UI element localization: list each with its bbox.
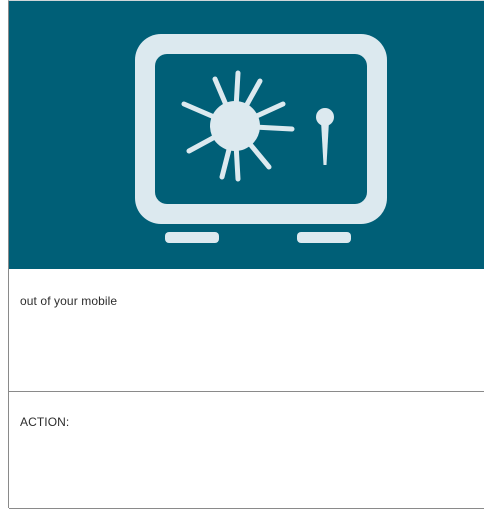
card: out of your mobile ACTION: xyxy=(8,0,484,509)
subtitle-text: out of your mobile xyxy=(20,294,118,308)
safe-vault-icon xyxy=(135,34,387,243)
action-label: ACTION: xyxy=(20,415,70,429)
subtitle-row: out of your mobile xyxy=(9,269,484,392)
action-row: ACTION: xyxy=(9,392,484,509)
hero-banner xyxy=(9,1,484,269)
